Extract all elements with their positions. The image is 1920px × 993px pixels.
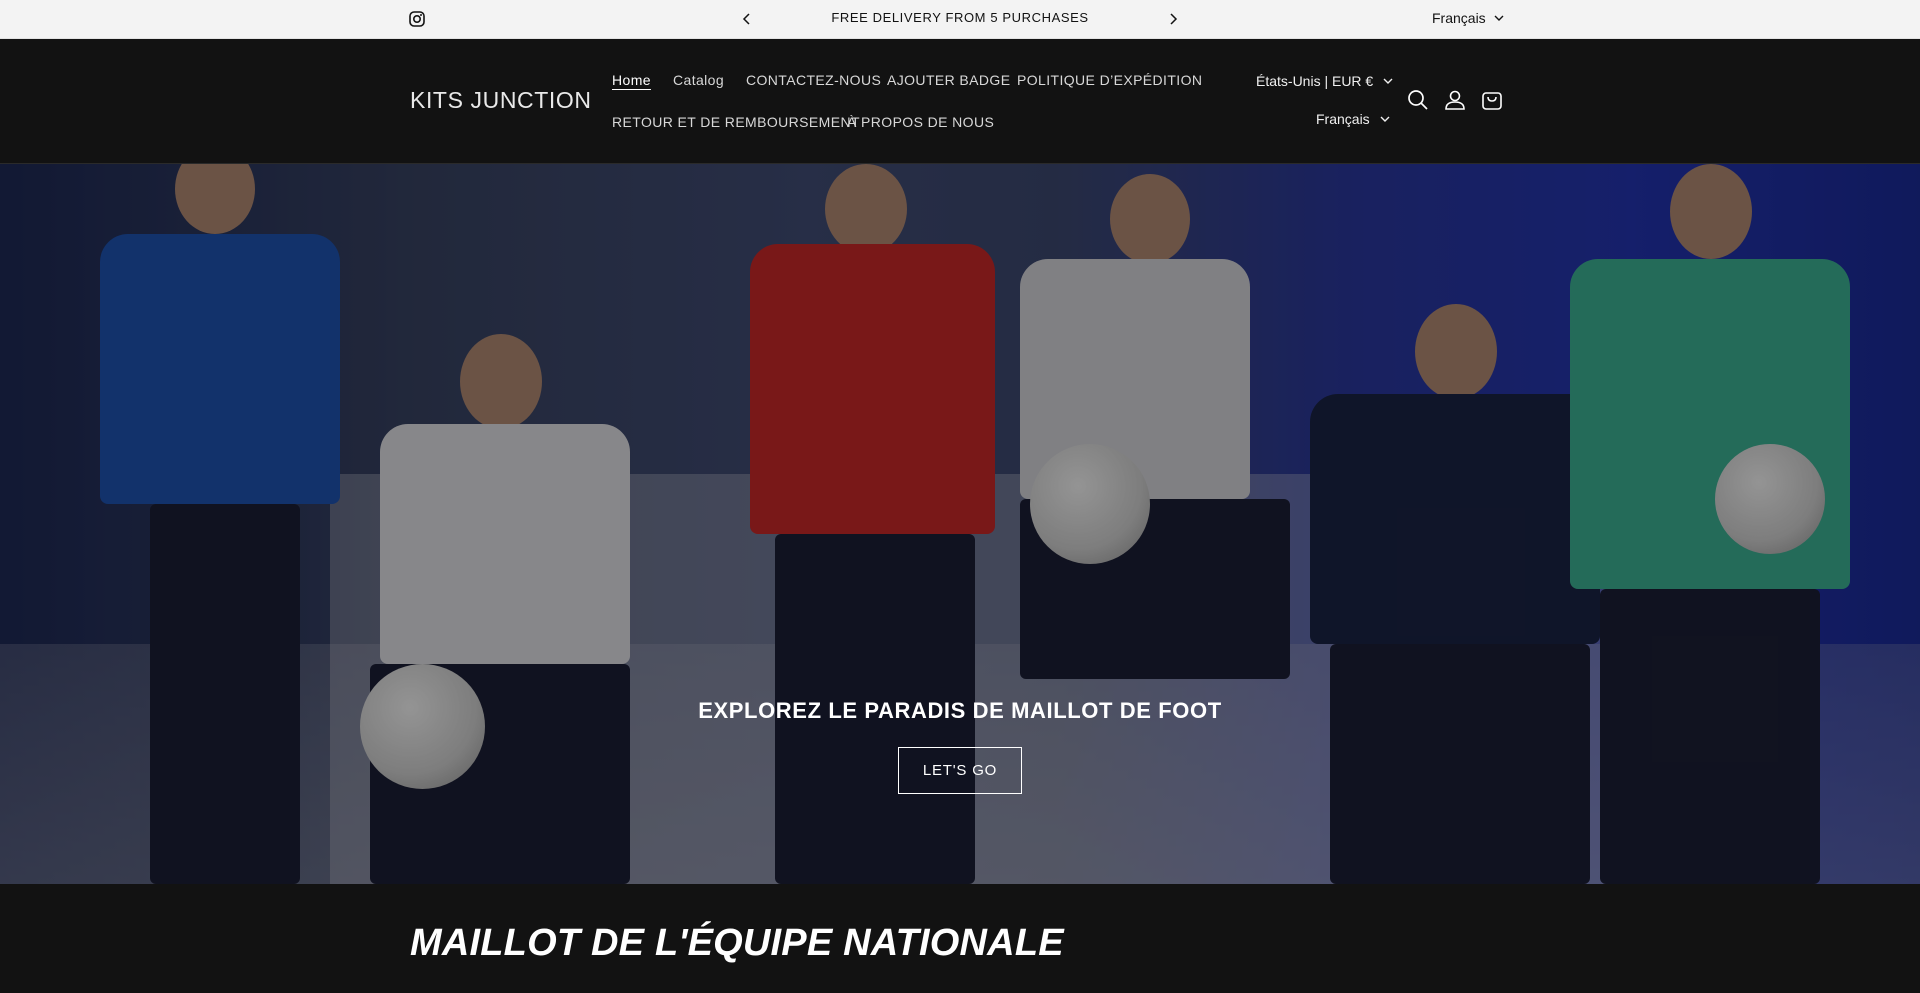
site-header: KITS JUNCTION Home Catalog CONTACTEZ-NOU… bbox=[0, 39, 1920, 164]
announcement-message: FREE DELIVERY FROM 5 PURCHASES bbox=[831, 10, 1089, 25]
collection-section: MAILLOT DE L'ÉQUIPE NATIONALE bbox=[0, 884, 1920, 993]
hero-banner: EXPLOREZ LE PARADIS DE MAILLOT DE FOOT L… bbox=[0, 164, 1920, 884]
nav-add-badge[interactable]: AJOUTER BADGE bbox=[887, 72, 1010, 88]
chevron-down-icon bbox=[1383, 78, 1393, 84]
chevron-left-icon bbox=[742, 13, 750, 25]
search-icon[interactable] bbox=[1406, 88, 1430, 112]
announcement-bar: FREE DELIVERY FROM 5 PURCHASES Français bbox=[0, 0, 1920, 39]
nav-home[interactable]: Home bbox=[612, 72, 651, 88]
section-title: MAILLOT DE L'ÉQUIPE NATIONALE bbox=[410, 922, 1064, 964]
announcement-prev-button[interactable] bbox=[736, 8, 758, 30]
cart-icon[interactable] bbox=[1480, 88, 1504, 112]
instagram-icon[interactable] bbox=[409, 11, 425, 27]
nav-shipping-policy[interactable]: POLITIQUE D’EXPÉDITION bbox=[1017, 72, 1202, 88]
nav-about[interactable]: À PROPOS DE NOUS bbox=[847, 114, 994, 130]
language-label: Français bbox=[1316, 111, 1370, 127]
nav-returns[interactable]: RETOUR ET DE REMBOURSEMENT bbox=[612, 114, 860, 130]
announcement-next-button[interactable] bbox=[1162, 8, 1184, 30]
nav-contact[interactable]: CONTACTEZ-NOUS bbox=[746, 72, 881, 88]
account-icon[interactable] bbox=[1443, 88, 1467, 112]
chevron-down-icon bbox=[1380, 116, 1390, 122]
hero-title: EXPLOREZ LE PARADIS DE MAILLOT DE FOOT bbox=[698, 698, 1222, 723]
announcement-language-selector[interactable]: Français bbox=[1432, 10, 1504, 26]
chevron-right-icon bbox=[1170, 13, 1178, 25]
site-logo[interactable]: KITS JUNCTION bbox=[410, 87, 592, 114]
nav-catalog[interactable]: Catalog bbox=[673, 72, 724, 88]
chevron-down-icon bbox=[1494, 15, 1504, 21]
hero-cta-button[interactable]: LET'S GO bbox=[898, 747, 1022, 794]
country-selector[interactable]: États-Unis | EUR € bbox=[1256, 73, 1393, 89]
country-label: États-Unis | EUR € bbox=[1256, 73, 1374, 89]
language-selector[interactable]: Français bbox=[1316, 111, 1390, 127]
language-label: Français bbox=[1432, 10, 1486, 26]
